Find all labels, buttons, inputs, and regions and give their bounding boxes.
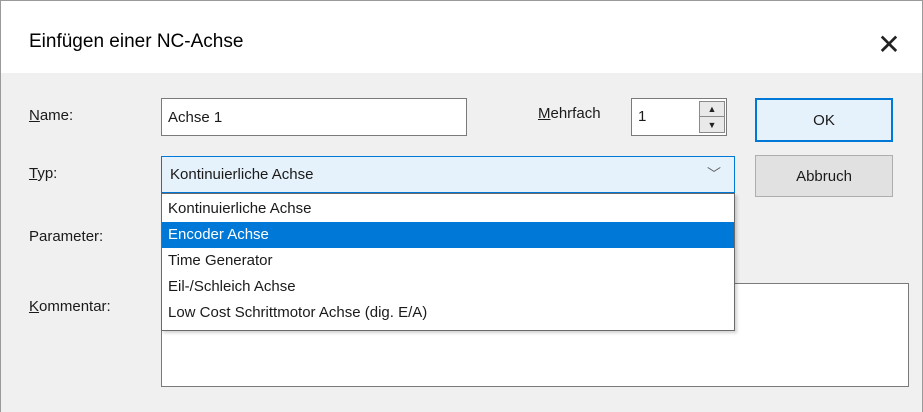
spin-down-arrow-icon[interactable]: ▼ [700,117,724,132]
cancel-button[interactable]: Abbruch [755,155,893,197]
kommentar-label: Kommentar: [29,298,111,315]
mehrfach-value: 1 [638,108,647,125]
dialog-title: Einfügen einer NC-Achse [29,31,244,52]
ok-button[interactable]: OK [755,98,893,142]
close-button[interactable]: ✕ [869,25,909,65]
title-bar: Einfügen einer NC-Achse ✕ [1,1,922,73]
mehrfach-label: Mehrfach [538,105,601,122]
parameter-label: Parameter: [29,228,104,245]
typ-combobox[interactable]: Kontinuierliche Achse ﹀ [161,156,735,193]
typ-combobox-value: Kontinuierliche Achse [170,166,314,183]
insert-nc-axis-dialog: Einfügen einer NC-Achse ✕ Name: Achse 1 … [0,0,923,412]
typ-dropdown-list: Kontinuierliche Achse Encoder Achse Time… [161,193,735,331]
close-icon: ✕ [877,29,901,60]
mehrfach-spinner[interactable]: 1 ▲ ▼ [631,98,727,136]
typ-label: Typ: [29,165,58,182]
chevron-down-icon[interactable]: ﹀ [707,164,721,184]
dropdown-item-encoder-achse[interactable]: Encoder Achse [162,222,734,248]
name-label: Name: [29,107,74,124]
spin-up-arrow-icon[interactable]: ▲ [700,102,724,117]
dropdown-item-kontinuierliche-achse[interactable]: Kontinuierliche Achse [162,196,734,222]
name-input-value: Achse 1 [168,108,223,126]
name-input[interactable]: Achse 1 [161,98,467,136]
dropdown-item-time-generator[interactable]: Time Generator [162,248,734,274]
dropdown-item-eil-schleich-achse[interactable]: Eil-/Schleich Achse [162,274,734,300]
dropdown-item-low-cost-schrittmotor-achse[interactable]: Low Cost Schrittmotor Achse (dig. E/A) [162,300,734,326]
spinner-arrows: ▲ ▼ [699,101,725,133]
